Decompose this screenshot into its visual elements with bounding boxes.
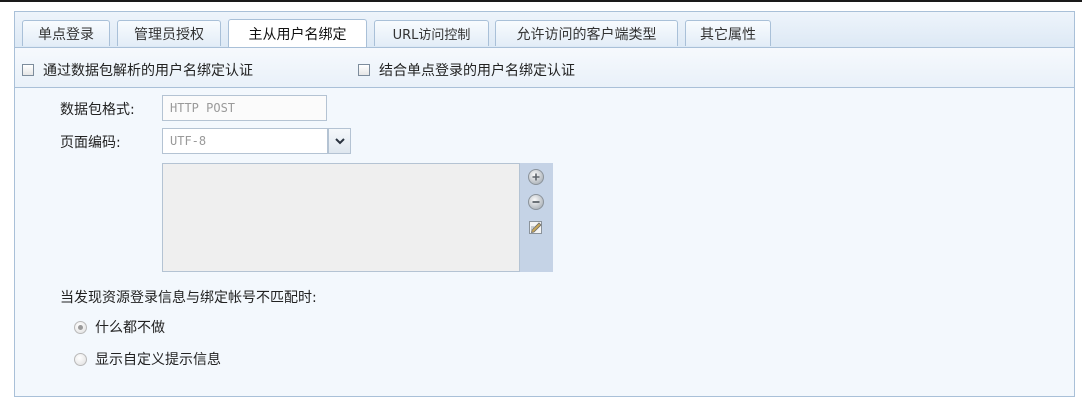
tab-user-binding[interactable]: 主从用户名绑定 — [228, 19, 367, 47]
tab-url-access-control[interactable]: URL访问控制 — [374, 20, 489, 46]
mismatch-label: 当发现资源登录信息与绑定帐号不匹配时: — [60, 290, 317, 306]
list-toolbar — [520, 163, 553, 272]
window-top-border — [0, 0, 1082, 2]
packet-format-field: HTTP POST — [162, 95, 327, 121]
page-encoding-dropdown-button[interactable] — [328, 128, 351, 154]
packet-parse-binding-option[interactable]: 通过数据包解析的用户名绑定认证 — [22, 60, 253, 80]
radio-show-custom-message[interactable] — [74, 353, 87, 366]
tab-other-properties[interactable]: 其它属性 — [685, 20, 771, 46]
sso-binding-option[interactable]: 结合单点登录的用户名绑定认证 — [358, 60, 575, 80]
chevron-down-icon — [334, 137, 345, 144]
packet-format-label: 数据包格式: — [60, 102, 135, 118]
encoding-rules-list[interactable] — [162, 163, 520, 272]
radio-show-custom-message-label: 显示自定义提示信息 — [95, 352, 221, 368]
sso-binding-checkbox[interactable] — [358, 64, 370, 76]
tab-admin-authorization[interactable]: 管理员授权 — [117, 20, 221, 46]
remove-icon[interactable] — [528, 194, 544, 210]
packet-parse-binding-checkbox[interactable] — [22, 64, 34, 76]
radio-do-nothing[interactable] — [74, 321, 87, 334]
add-icon[interactable] — [528, 169, 544, 185]
page-encoding-select[interactable]: UTF-8 — [162, 128, 328, 154]
tab-allowed-client-types[interactable]: 允许访问的客户端类型 — [495, 20, 678, 46]
settings-panel: 单点登录 管理员授权 主从用户名绑定 URL访问控制 允许访问的客户端类型 其它… — [14, 11, 1075, 397]
sso-binding-label: 结合单点登录的用户名绑定认证 — [379, 63, 575, 79]
binding-options-bar: 通过数据包解析的用户名绑定认证 结合单点登录的用户名绑定认证 — [15, 48, 1074, 88]
packet-parse-binding-label: 通过数据包解析的用户名绑定认证 — [43, 63, 253, 79]
tab-single-sign-on[interactable]: 单点登录 — [22, 20, 110, 46]
tab-bar: 单点登录 管理员授权 主从用户名绑定 URL访问控制 允许访问的客户端类型 其它… — [15, 12, 1074, 48]
edit-icon[interactable] — [528, 219, 544, 235]
radio-do-nothing-label: 什么都不做 — [95, 320, 165, 336]
page-encoding-label: 页面编码: — [60, 135, 121, 151]
